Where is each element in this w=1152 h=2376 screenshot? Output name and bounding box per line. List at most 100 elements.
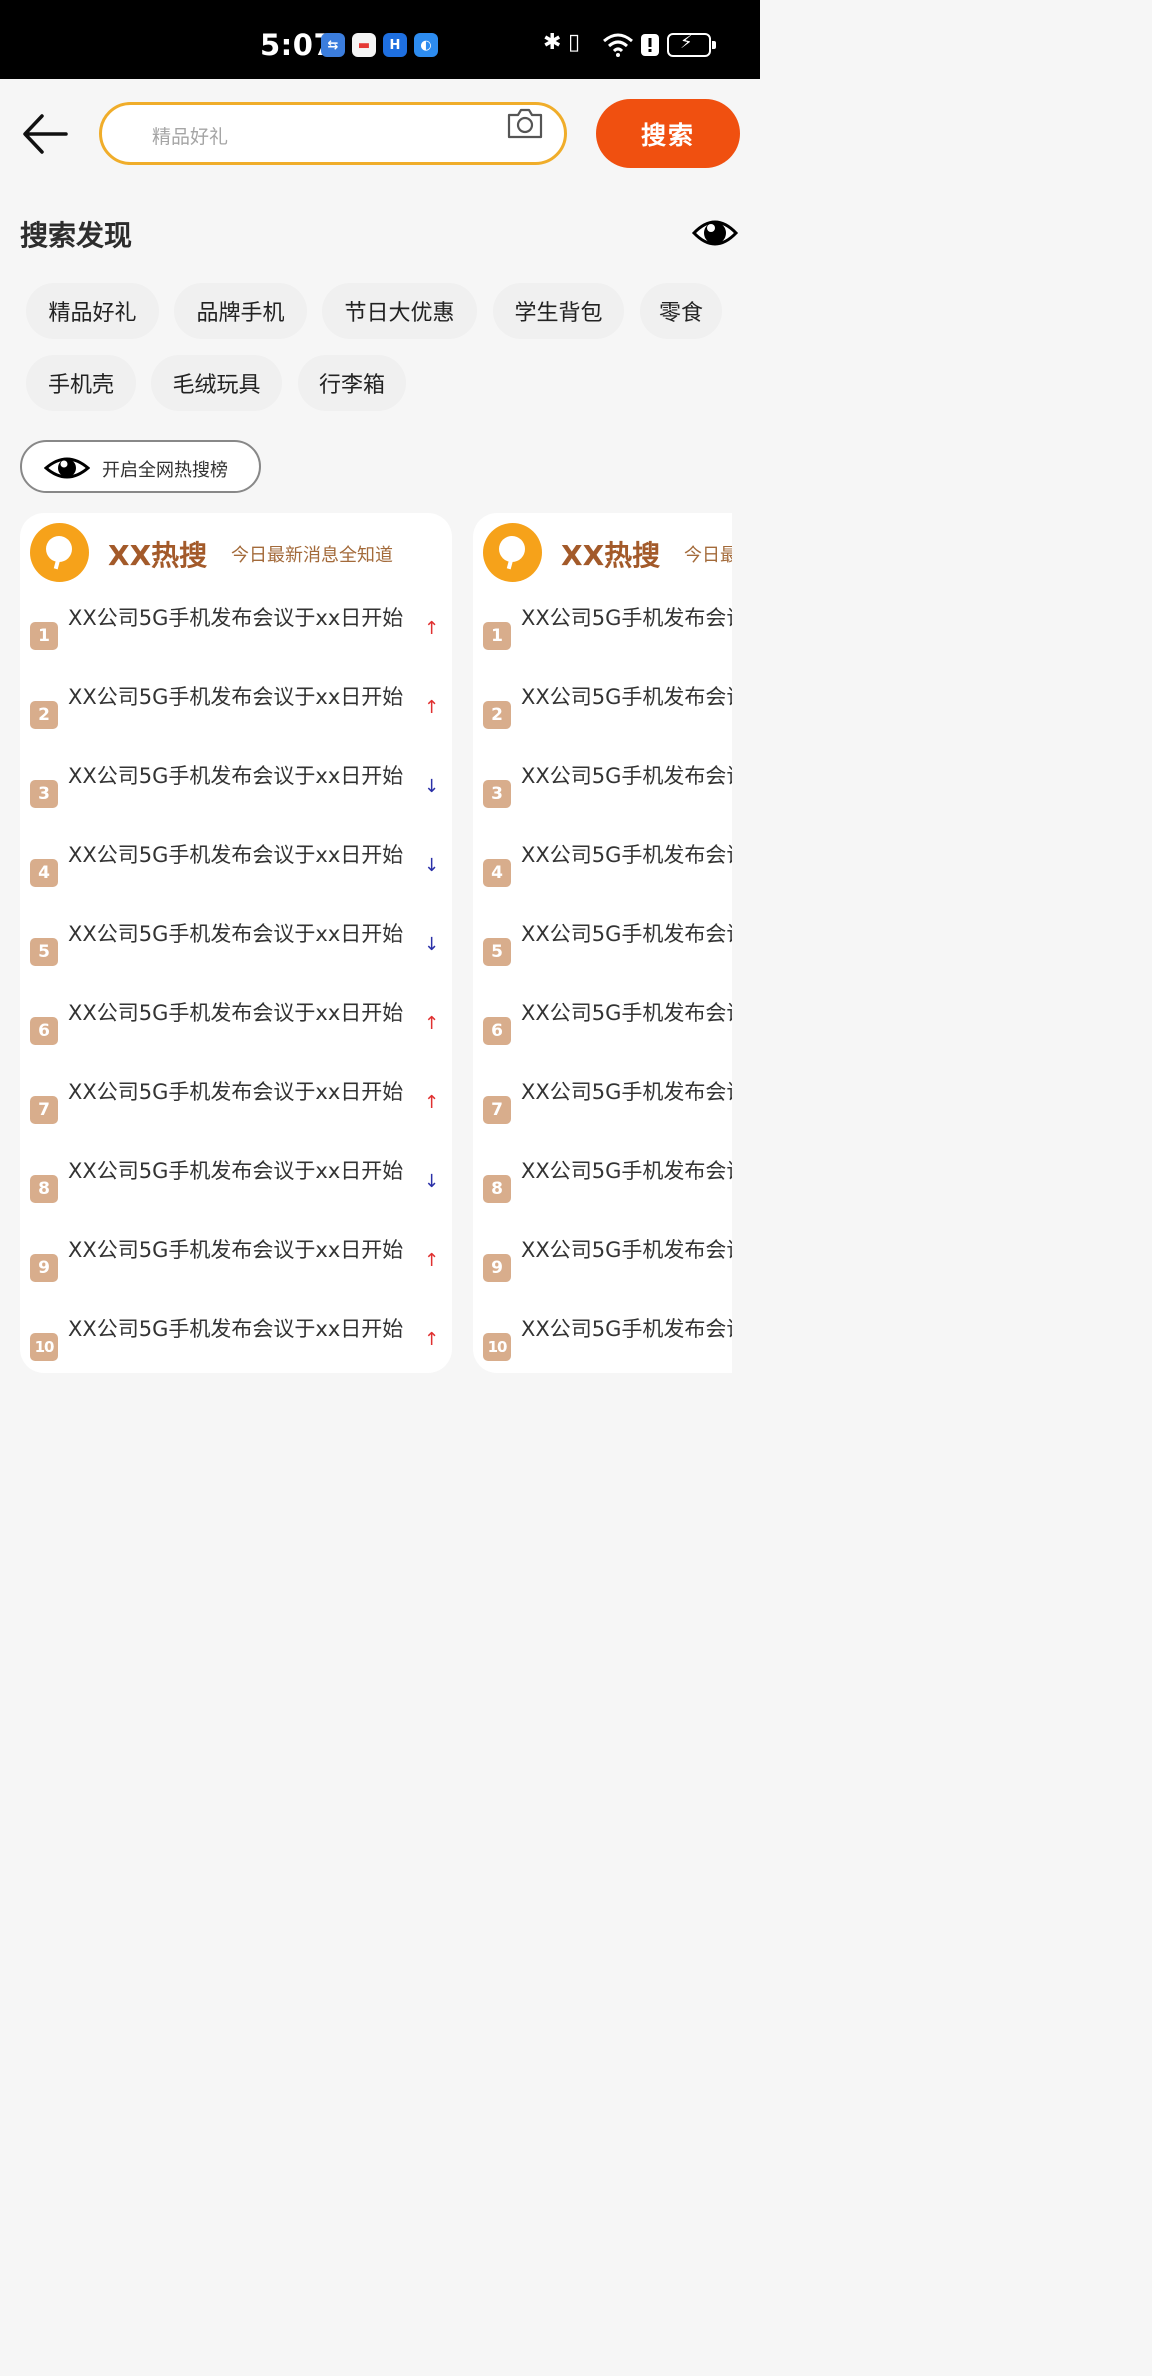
discover-chip[interactable]: 精品好礼 — [26, 283, 159, 339]
hot-search-item-text: XX公司5G手机发布会议于xx日开始 — [68, 1001, 404, 1025]
hot-search-item[interactable]: 6XX公司5G手机发布会议于xx日开始↑ — [473, 1001, 732, 1082]
trend-up-arrow-icon: ↑ — [424, 1329, 440, 1350]
hot-search-item-text: XX公司5G手机发布会议于xx日开始 — [521, 1238, 732, 1262]
rank-badge: 1 — [483, 622, 511, 650]
battery-charging-icon: ⚡ — [667, 32, 716, 57]
rank-badge: 9 — [30, 1254, 58, 1282]
hot-search-item-text: XX公司5G手机发布会议于xx日开始 — [521, 764, 732, 788]
trend-up-arrow-icon: ↑ — [424, 1092, 440, 1113]
camera-icon[interactable] — [506, 106, 544, 140]
hot-search-item-text: XX公司5G手机发布会议于xx日开始 — [68, 843, 404, 867]
eye-icon — [44, 457, 90, 479]
status-bar: 5:07 ⇆ ▬ H ◐ ✱ ▯ ⚡ — [0, 0, 760, 79]
eye-icon[interactable] — [692, 214, 738, 252]
hot-search-item[interactable]: 9 XX公司5G手机发布会议于xx日开始 ↑ — [20, 1238, 452, 1319]
rank-badge: 2 — [30, 701, 58, 729]
trend-up-arrow-icon: ↑ — [424, 1250, 440, 1271]
hot-search-item[interactable]: 3 XX公司5G手机发布会议于xx日开始 ↓ — [20, 764, 452, 845]
discover-chip[interactable]: 零食 — [640, 283, 722, 339]
hot-search-item[interactable]: 6 XX公司5G手机发布会议于xx日开始 ↑ — [20, 1001, 452, 1082]
hot-search-item-text: XX公司5G手机发布会议于xx日开始 — [68, 606, 404, 630]
rank-badge: 3 — [483, 780, 511, 808]
hot-search-item-text: XX公司5G手机发布会议于xx日开始 — [521, 922, 732, 946]
hot-search-item[interactable]: 4XX公司5G手机发布会议于xx日开始↓ — [473, 843, 732, 924]
trend-down-arrow-icon: ↓ — [424, 776, 440, 797]
app-h-icon: H — [383, 33, 407, 57]
hot-search-item-text: XX公司5G手机发布会议于xx日开始 — [521, 843, 732, 867]
balloon-logo-icon — [483, 523, 542, 582]
rank-badge: 7 — [30, 1096, 58, 1124]
hot-card-title: XX热搜 — [108, 539, 208, 572]
discover-title: 搜索发现 — [20, 219, 133, 252]
vibrate-icon: ▯ — [568, 30, 581, 55]
hot-search-item[interactable]: 5XX公司5G手机发布会议于xx日开始↓ — [473, 922, 732, 1003]
hot-search-item-text: XX公司5G手机发布会议于xx日开始 — [521, 1317, 732, 1341]
rank-badge: 4 — [30, 859, 58, 887]
hot-search-item-text: XX公司5G手机发布会议于xx日开始 — [521, 1001, 732, 1025]
bluetooth-icon: ✱ — [543, 30, 562, 55]
hot-search-card: XX热搜今日最新消息全知道1XX公司5G手机发布会议于xx日开始↑2XX公司5G… — [473, 513, 732, 1373]
trend-up-arrow-icon: ↑ — [424, 1013, 440, 1034]
rank-badge: 6 — [483, 1017, 511, 1045]
back-arrow-icon[interactable] — [22, 112, 68, 156]
hot-search-item[interactable]: 1XX公司5G手机发布会议于xx日开始↑ — [20, 606, 452, 687]
hot-search-item-text: XX公司5G手机发布会议于xx日开始 — [68, 1317, 404, 1341]
hot-card-title: XX热搜 — [561, 539, 661, 572]
hot-search-item-text: XX公司5G手机发布会议于xx日开始 — [68, 1238, 404, 1262]
hot-search-item-text: XX公司5G手机发布会议于xx日开始 — [521, 606, 732, 630]
wifi-6-icon — [603, 33, 633, 57]
hot-search-item-text: XX公司5G手机发布会议于xx日开始 — [521, 1159, 732, 1183]
rank-badge: 5 — [30, 938, 58, 966]
hot-card-header: XX热搜 今日最新消息全知道 — [20, 513, 452, 591]
rank-badge: 10 — [30, 1333, 58, 1361]
balloon-logo-icon — [30, 523, 89, 582]
search-input[interactable]: 精品好礼 — [99, 102, 567, 165]
hot-search-item[interactable]: 7XX公司5G手机发布会议于xx日开始↑ — [473, 1080, 732, 1161]
hot-search-item[interactable]: 8XX公司5G手机发布会议于xx日开始↓ — [473, 1159, 732, 1240]
calendar-icon: ▬ — [352, 33, 376, 57]
discover-chip[interactable]: 品牌手机 — [174, 283, 307, 339]
hot-card-header: XX热搜 今日最新消息全知道 — [473, 513, 732, 591]
hot-search-item[interactable]: 7 XX公司5G手机发布会议于xx日开始 ↑ — [20, 1080, 452, 1161]
hot-card-subtitle: 今日最新消息全知道 — [231, 545, 393, 566]
rank-badge: 6 — [30, 1017, 58, 1045]
trend-down-arrow-icon: ↓ — [424, 855, 440, 876]
hot-search-item[interactable]: 2XX公司5G手机发布会议于xx日开始↑ — [20, 685, 452, 766]
rank-badge: 1 — [30, 622, 58, 650]
trend-down-arrow-icon: ↓ — [424, 934, 440, 955]
hot-search-item[interactable]: 1XX公司5G手机发布会议于xx日开始↑ — [473, 606, 732, 687]
trend-down-arrow-icon: ↓ — [424, 1171, 440, 1192]
search-button[interactable]: 搜索 — [596, 99, 740, 168]
hot-search-item-text: XX公司5G手机发布会议于xx日开始 — [68, 1080, 404, 1104]
rank-badge: 3 — [30, 780, 58, 808]
hot-search-item[interactable]: 10 XX公司5G手机发布会议于xx日开始 ↑ — [20, 1317, 452, 1373]
discover-chip[interactable]: 学生背包 — [493, 283, 624, 339]
hot-search-item[interactable]: 4 XX公司5G手机发布会议于xx日开始 ↓ — [20, 843, 452, 924]
hot-search-item-text: XX公司5G手机发布会议于xx日开始 — [521, 1080, 732, 1104]
browser-icon: ◐ — [414, 33, 438, 57]
hot-search-item[interactable]: 2XX公司5G手机发布会议于xx日开始↑ — [473, 685, 732, 766]
hot-cards-carousel[interactable]: XX热搜 今日最新消息全知道 1 XX公司5G手机发布会议于xx日开始 ↑ 2 XX公司5G… — [0, 513, 732, 1375]
hot-card-subtitle: 今日最新消息全知道 — [684, 545, 732, 566]
hot-search-item[interactable]: 9XX公司5G手机发布会议于xx日开始↑ — [473, 1238, 732, 1319]
rank-badge: 8 — [30, 1175, 58, 1203]
hot-search-item-text: XX公司5G手机发布会议于xx日开始 — [68, 764, 404, 788]
hot-search-item[interactable]: 8XX公司5G手机发布会议于xx日开始↓ — [20, 1159, 452, 1240]
discover-chip[interactable]: 行李箱 — [298, 355, 406, 411]
rank-badge: 2 — [483, 701, 511, 729]
hot-search-item[interactable]: 10XX公司5G手机发布会议于xx日开始↑ — [473, 1317, 732, 1373]
rank-badge: 10 — [483, 1333, 511, 1361]
hot-search-item[interactable]: 3XX公司5G手机发布会议于xx日开始↓ — [473, 764, 732, 845]
hot-search-toggle-button[interactable]: 开启全网热搜榜 — [20, 440, 261, 493]
hot-search-item[interactable]: 5XX公司5G手机发布会议于xx日开始↓ — [20, 922, 452, 1003]
rank-badge: 7 — [483, 1096, 511, 1124]
rank-badge: 9 — [483, 1254, 511, 1282]
discover-chip[interactable]: 毛绒玩具 — [151, 355, 282, 411]
hot-search-toggle-label: 开启全网热搜榜 — [102, 460, 228, 481]
alert-icon — [641, 34, 659, 56]
hot-search-item-text: XX公司5G手机发布会议于xx日开始 — [521, 685, 732, 709]
rank-badge: 4 — [483, 859, 511, 887]
discover-chip[interactable]: 手机壳 — [26, 355, 136, 411]
discover-chip[interactable]: 节日大优惠 — [322, 283, 477, 339]
trend-up-arrow-icon: ↑ — [424, 697, 440, 718]
